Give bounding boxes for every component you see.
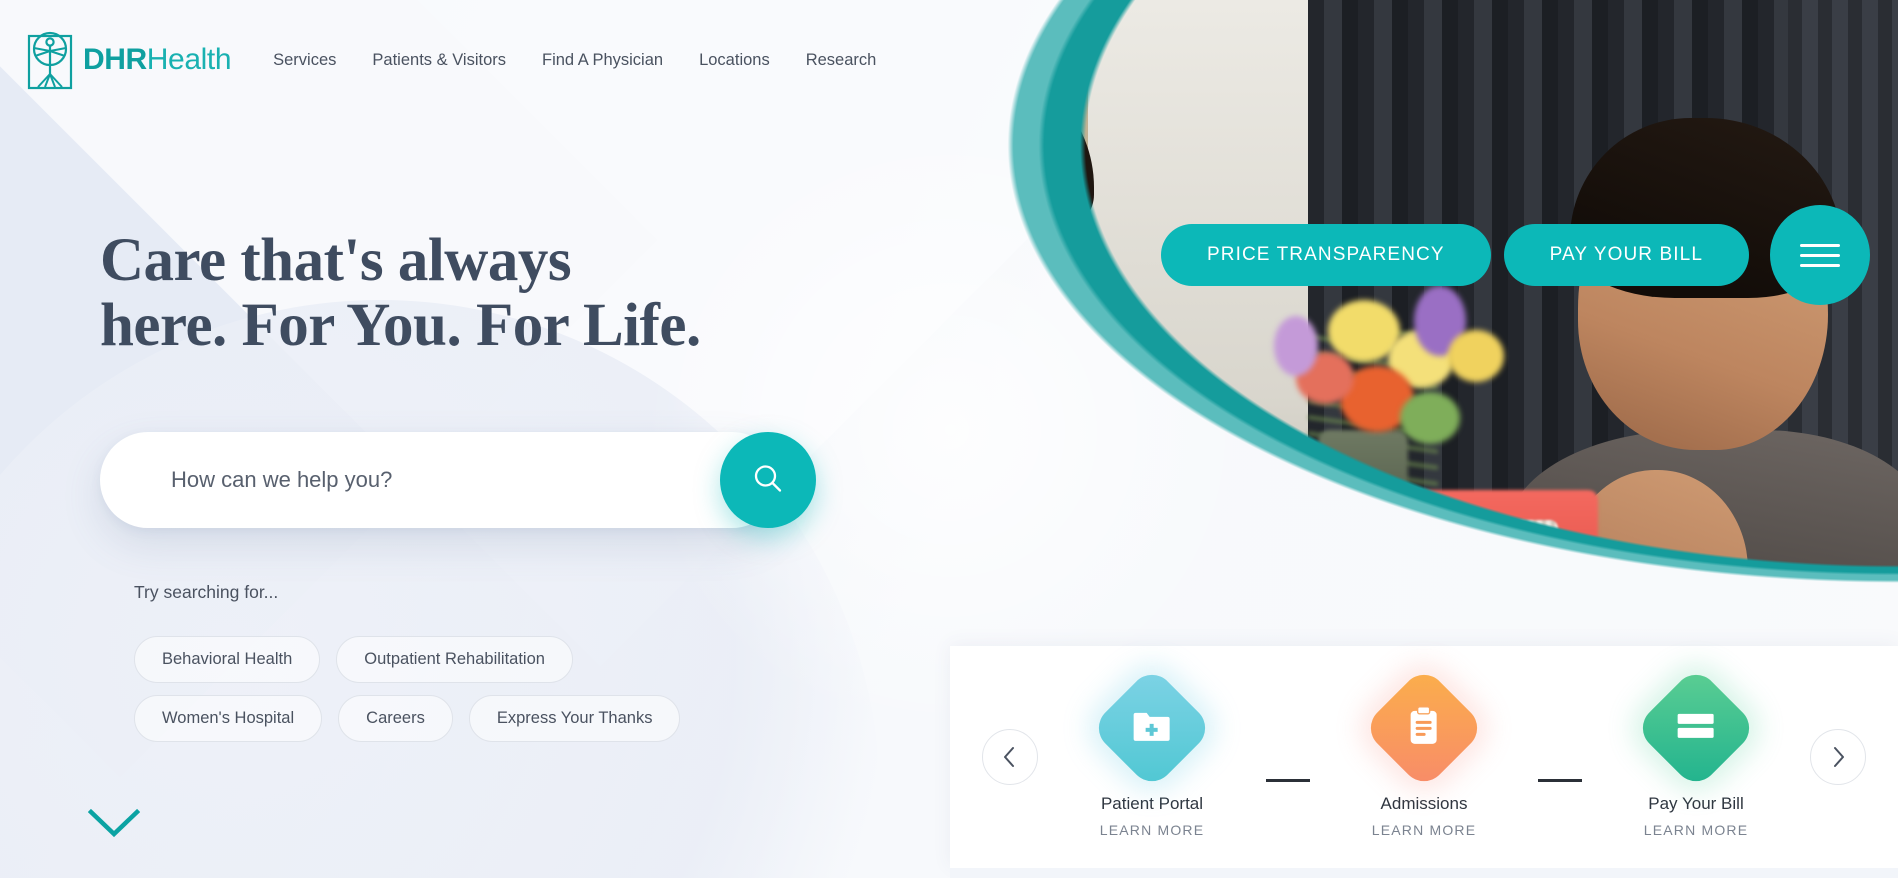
carousel-item-title: Pay Your Bill — [1648, 794, 1744, 813]
clipboard-icon — [1361, 665, 1487, 791]
carousel-item-link[interactable]: LEARN MORE — [1644, 822, 1749, 838]
site-header: DHRHealth Services Patients & Visitors F… — [0, 0, 1898, 120]
diamond-badge — [1633, 665, 1759, 791]
search-button[interactable] — [720, 432, 816, 528]
chip-womens-hospital[interactable]: Women's Hospital — [134, 695, 323, 742]
homepage-hero: DHRHealth Services Patients & Visitors F… — [0, 0, 1898, 878]
photo-man-ear — [1024, 238, 1084, 316]
main-navigation: Services Patients & Visitors Find A Phys… — [273, 51, 876, 70]
search-icon — [751, 462, 785, 499]
suggested-search-chips: Behavioral Health Outpatient Rehabilitat… — [134, 636, 834, 754]
diamond-badge — [1361, 665, 1487, 791]
nav-item-services[interactable]: Services — [273, 51, 336, 70]
chip-behavioral-health[interactable]: Behavioral Health — [134, 636, 321, 683]
vitruvian-man-icon — [26, 29, 74, 91]
carousel-item-admissions[interactable]: Admissions LEARN MORE — [1334, 665, 1514, 838]
diamond-badge — [1089, 665, 1215, 791]
carousel-item-patient-portal[interactable]: Patient Portal LEARN MORE — [1062, 665, 1242, 838]
nav-item-find-a-physician[interactable]: Find A Physician — [542, 51, 663, 70]
carousel-separator — [1538, 778, 1582, 782]
credit-card-glyph — [1676, 712, 1716, 745]
try-searching-label: Try searching for... — [134, 582, 279, 602]
photo-flower — [1448, 330, 1504, 382]
chevron-left-icon[interactable] — [982, 729, 1038, 785]
search-input[interactable] — [100, 467, 780, 493]
clipboard-glyph — [1409, 705, 1439, 751]
quick-links-carousel: Patient Portal LEARN MORE Admissions LEA… — [950, 646, 1898, 868]
page-title: Care that's always here. For You. For Li… — [100, 227, 701, 360]
carousel-track: Patient Portal LEARN MORE Admissions LEA… — [1038, 646, 1810, 868]
credit-card-icon — [1633, 665, 1759, 791]
nav-item-patients-visitors[interactable]: Patients & Visitors — [372, 51, 506, 70]
nav-item-locations[interactable]: Locations — [699, 51, 770, 70]
pay-your-bill-button[interactable]: PAY YOUR BILL — [1503, 224, 1749, 286]
menu-bar-1 — [1800, 243, 1840, 247]
chip-careers[interactable]: Careers — [338, 695, 453, 742]
chip-express-your-thanks[interactable]: Express Your Thanks — [468, 695, 681, 742]
carousel-item-pay-your-bill[interactable]: Pay Your Bill LEARN MORE — [1606, 665, 1786, 838]
nav-item-research[interactable]: Research — [806, 51, 877, 70]
chevron-right-icon[interactable] — [1810, 729, 1866, 785]
menu-bar-3 — [1800, 263, 1840, 267]
hamburger-menu-icon[interactable] — [1770, 205, 1870, 305]
carousel-item-title: Patient Portal — [1100, 794, 1204, 813]
chip-row-2: Women's Hospital Careers Express Your Th… — [134, 695, 834, 742]
chevron-down-icon[interactable] — [87, 808, 141, 843]
photo-flower — [1274, 316, 1318, 376]
chip-outpatient-rehabilitation[interactable]: Outpatient Rehabilitation — [336, 636, 573, 683]
logo-link[interactable]: DHRHealth — [26, 29, 232, 91]
carousel-item-link[interactable]: LEARN MORE — [1372, 822, 1477, 838]
photo-flower — [1400, 392, 1460, 444]
price-transparency-button[interactable]: PRICE TRANSPARENCY — [1160, 224, 1491, 286]
carousel-item-title: Admissions — [1380, 794, 1468, 813]
hero-cta-group: PRICE TRANSPARENCY PAY YOUR BILL — [1160, 205, 1870, 305]
hero-search-bar — [100, 432, 816, 528]
photo-lace-basket — [1358, 520, 1558, 660]
folder-plus-glyph — [1132, 709, 1172, 748]
logo-word-bold: DHR — [83, 43, 147, 76]
logo-wordmark: DHRHealth — [83, 43, 232, 77]
carousel-item-link[interactable]: LEARN MORE — [1100, 822, 1205, 838]
carousel-separator — [1266, 778, 1310, 782]
carousel-bottom-strip — [950, 868, 1898, 878]
logo-word-light: Health — [146, 43, 232, 76]
hero-copy: Care that's always here. For You. For Li… — [100, 228, 890, 359]
chip-row-1: Behavioral Health Outpatient Rehabilitat… — [134, 636, 834, 683]
menu-bar-2 — [1800, 253, 1840, 257]
folder-plus-icon — [1089, 665, 1215, 791]
